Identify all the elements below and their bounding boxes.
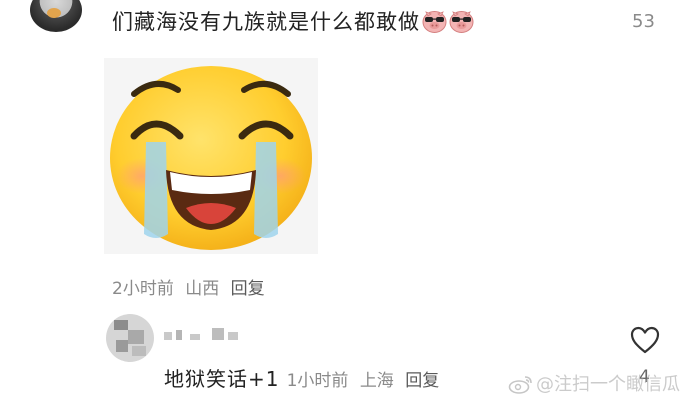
laughing-crying-emoji-sticker[interactable]	[104, 58, 318, 254]
weibo-watermark: @注扫一个瞰信瓜	[508, 370, 680, 396]
comment-text: 们藏海没有九族就是什么都敢做	[112, 8, 474, 36]
comment-like-count: 53	[632, 11, 655, 32]
comment-reply-button[interactable]: 回复	[231, 279, 265, 299]
comment-body: 们藏海没有九族就是什么都敢做	[112, 10, 420, 34]
comment-time: 2小时前	[112, 279, 174, 299]
comment-meta: 2小时前 山西 回复	[112, 274, 271, 299]
heart-icon[interactable]	[630, 326, 660, 354]
reply-line: 地狱笑话+1 1小时前 上海 回复	[164, 366, 445, 394]
watermark-text: @注扫一个瞰信瓜	[536, 374, 680, 395]
weibo-logo-icon	[508, 376, 532, 394]
commenter-avatar[interactable]	[30, 0, 82, 32]
reply-text: 地狱笑话+1	[164, 367, 280, 391]
comment-location: 山西	[185, 279, 220, 299]
reply-time: 1小时前	[286, 371, 349, 391]
pig-sunglasses-emoji-icon	[422, 11, 447, 33]
laughing-crying-face-icon	[110, 66, 312, 250]
reply-reply-button[interactable]: 回复	[405, 371, 439, 391]
pig-sunglasses-emoji-icon	[449, 11, 474, 33]
reply-location: 上海	[359, 371, 394, 391]
reply-avatar[interactable]	[106, 314, 154, 362]
reply-meta: 1小时前 上海 回复	[287, 371, 446, 391]
reply-username-obscured[interactable]	[164, 328, 240, 344]
